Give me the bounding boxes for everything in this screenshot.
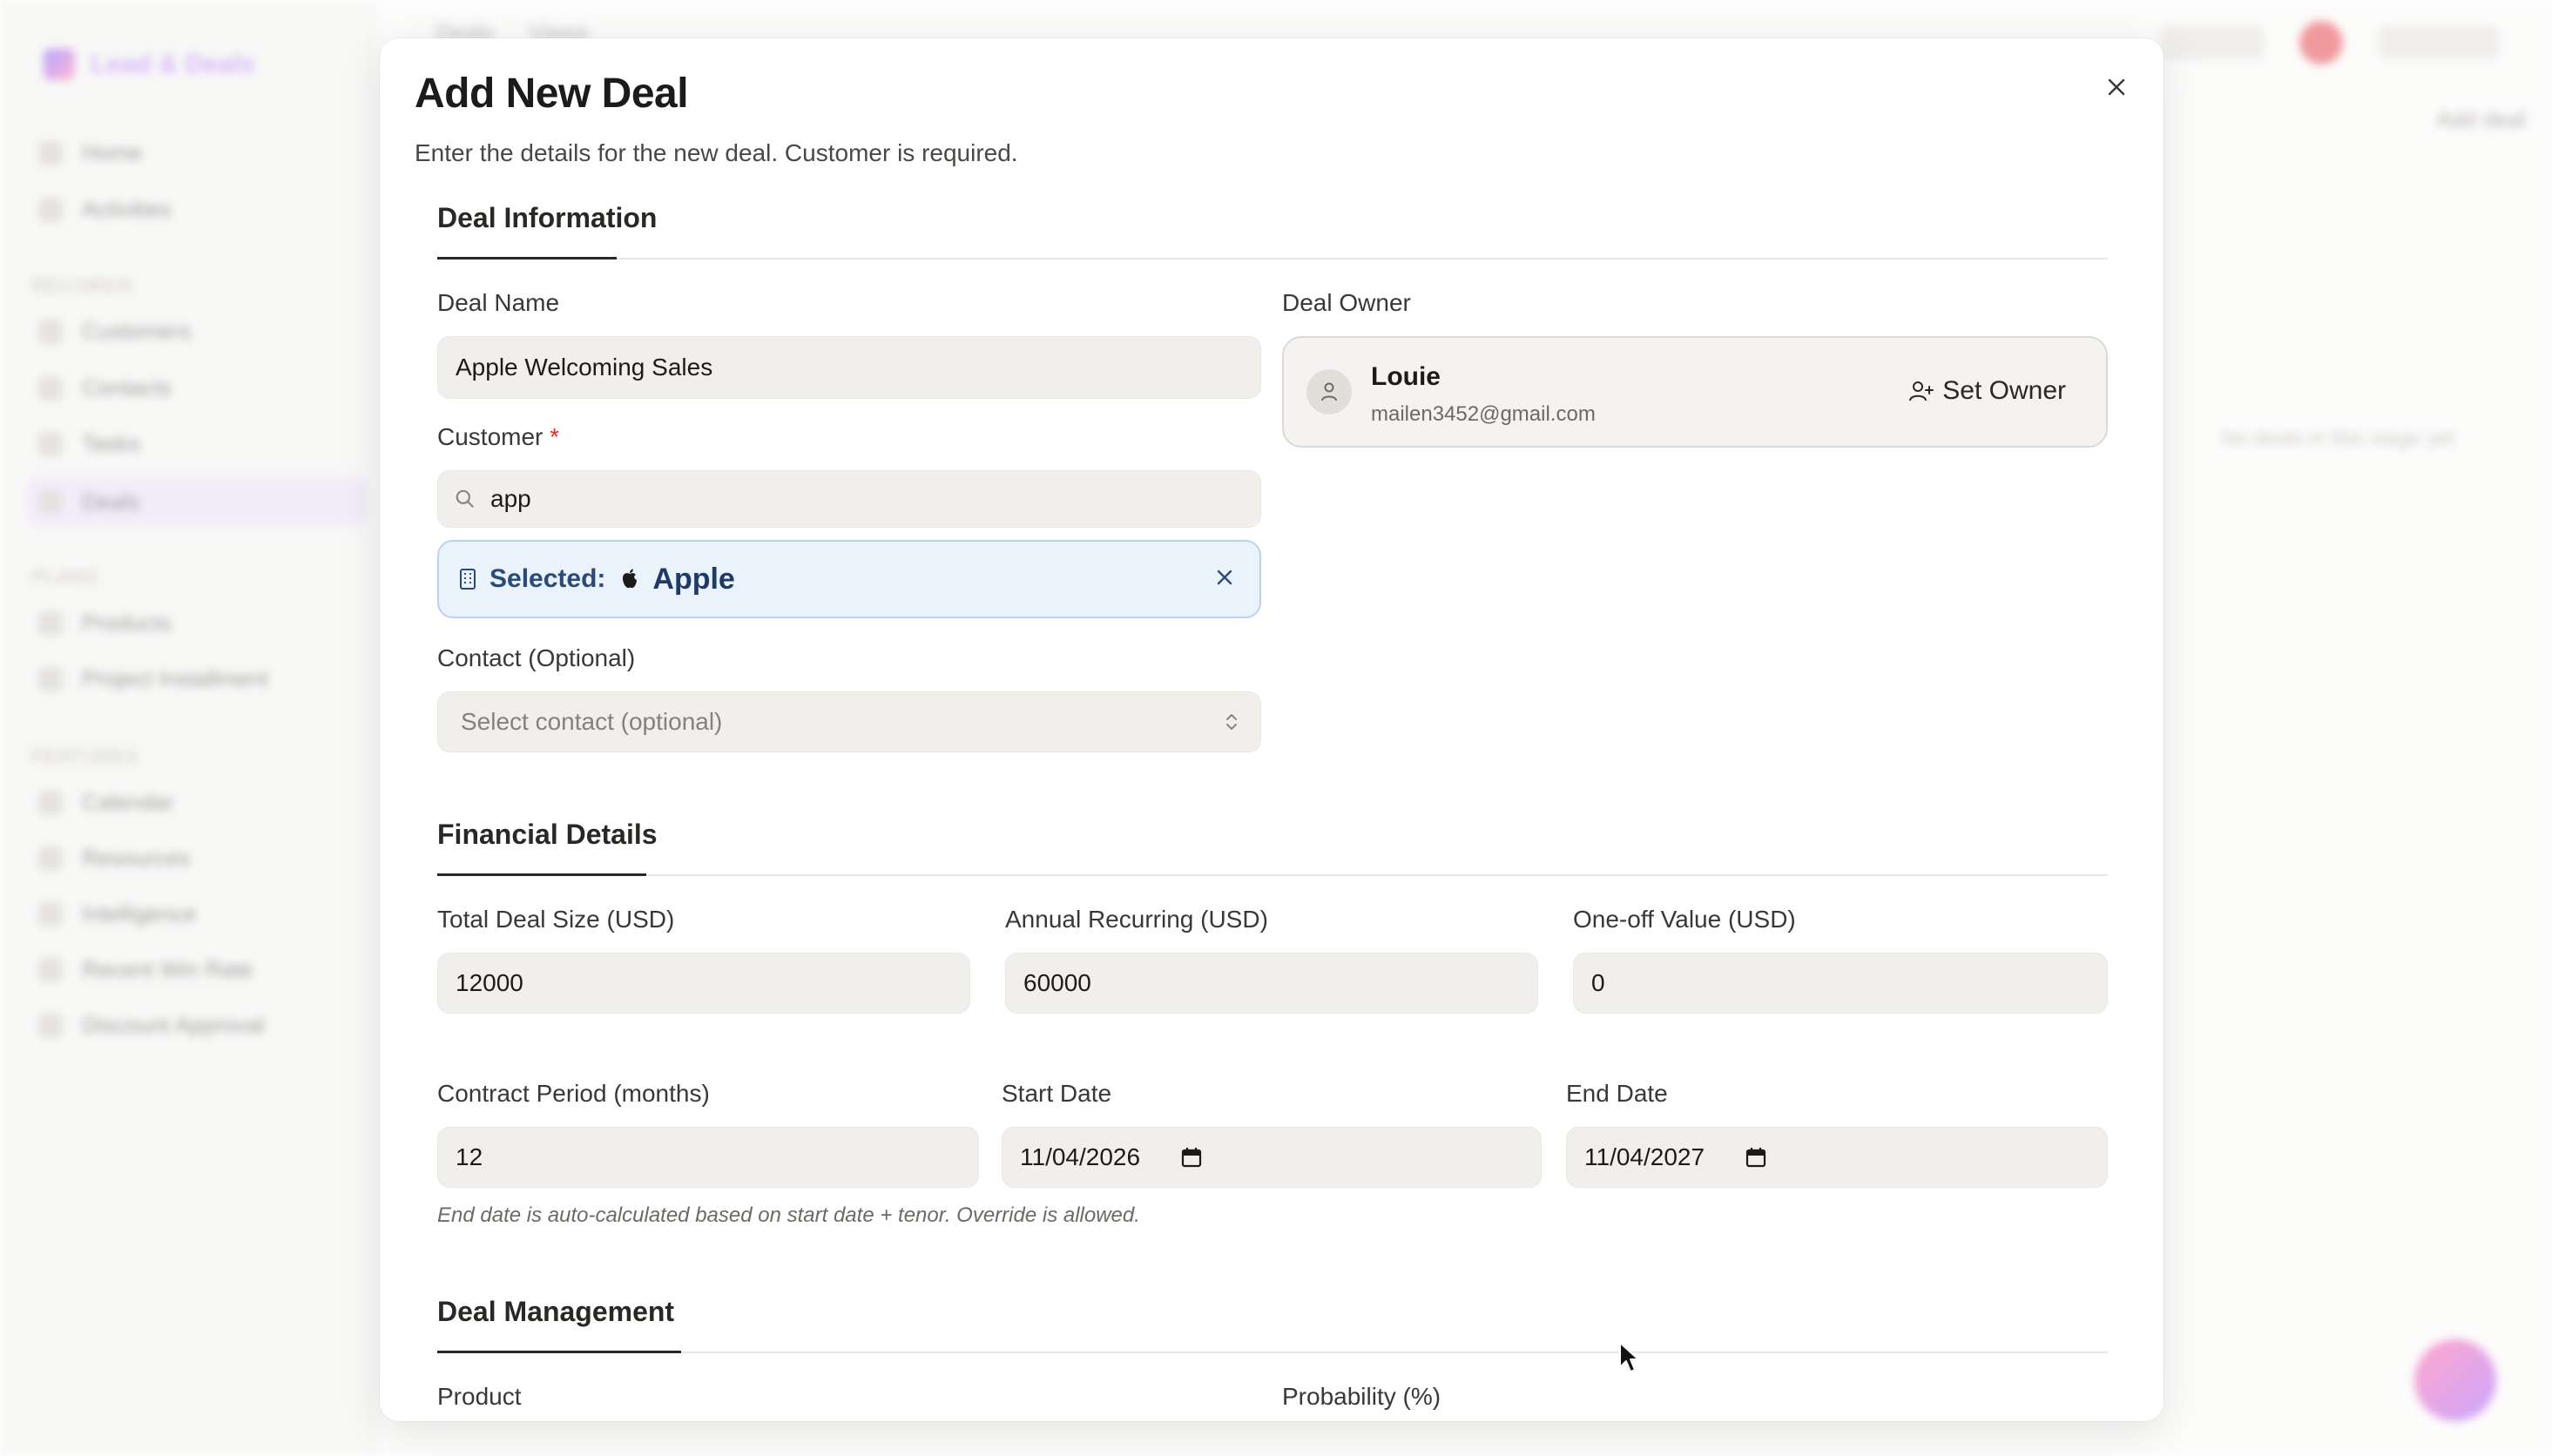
one-off-value-input[interactable]: 0: [1573, 953, 2108, 1014]
deal-name-value: Apple Welcoming Sales: [456, 354, 713, 381]
close-icon: [1217, 570, 1232, 584]
section-financial-details: Financial Details: [437, 819, 658, 850]
chevron-updown-icon: [1226, 714, 1237, 730]
section-divider: [437, 258, 2108, 260]
end-date-label: End Date: [1566, 1080, 1668, 1107]
customer-search-input[interactable]: app: [437, 470, 1261, 528]
contract-period-input[interactable]: 12: [437, 1127, 979, 1188]
contact-label: Contact (Optional): [437, 644, 636, 671]
dialog-subtitle: Enter the details for the new deal. Cust…: [415, 139, 1018, 166]
probability-label: Probability (%): [1282, 1383, 1441, 1410]
start-date-value: 11/04/2026: [1020, 1143, 1141, 1170]
dialog-title: Add New Deal: [415, 71, 689, 117]
total-deal-size-input[interactable]: 12000: [437, 953, 970, 1014]
selected-label: Selected:: [489, 564, 606, 593]
close-button[interactable]: [2097, 68, 2136, 106]
avatar: [1306, 369, 1352, 415]
one-off-value-label: One-off Value (USD): [1573, 906, 1796, 933]
owner-name: Louie: [1371, 362, 1441, 391]
section-underline: [437, 257, 617, 260]
set-owner-button[interactable]: Set Owner: [1909, 376, 2066, 406]
section-divider: [437, 874, 2108, 876]
deal-name-input[interactable]: Apple Welcoming Sales: [437, 336, 1261, 399]
section-deal-management: Deal Management: [437, 1296, 675, 1327]
search-icon: [456, 489, 474, 508]
total-deal-size-label: Total Deal Size (USD): [437, 906, 675, 933]
user-plus-icon: [1909, 381, 1934, 401]
contact-select[interactable]: Select contact (optional): [437, 691, 1261, 752]
section-underline: [437, 1351, 681, 1353]
owner-email: mailen3452@gmail.com: [1371, 402, 1596, 426]
building-icon: [460, 569, 476, 590]
customer-label: Customer *: [437, 423, 560, 450]
mouse-cursor-icon: [1619, 1342, 1639, 1372]
selected-customer-name: Apple: [652, 562, 735, 596]
annual-recurring-input[interactable]: 60000: [1005, 953, 1538, 1014]
required-asterisk: *: [550, 423, 560, 450]
annual-recurring-label: Annual Recurring (USD): [1005, 906, 1268, 933]
deal-name-label: Deal Name: [437, 289, 560, 316]
start-date-label: Start Date: [1002, 1080, 1112, 1107]
end-date-value: 11/04/2027: [1584, 1143, 1705, 1170]
end-date-hint: End date is auto-calculated based on sta…: [437, 1203, 1140, 1227]
section-underline: [437, 873, 646, 876]
close-icon: [2108, 78, 2125, 96]
contract-period-label: Contract Period (months): [437, 1080, 710, 1107]
calendar-icon[interactable]: [1180, 1146, 1203, 1169]
customer-search-value: app: [490, 485, 531, 512]
calendar-icon[interactable]: [1745, 1146, 1767, 1169]
add-deal-dialog: Add New Deal Enter the details for the n…: [380, 38, 2164, 1421]
deal-owner-label: Deal Owner: [1282, 289, 1411, 316]
clear-customer-button[interactable]: [1216, 569, 1233, 590]
selected-customer-chip: Selected: Apple: [437, 540, 1261, 618]
product-label: Product: [437, 1383, 522, 1410]
section-divider: [437, 1352, 2108, 1353]
start-date-input[interactable]: 11/04/2026: [1002, 1127, 1542, 1188]
apple-logo-icon: [623, 569, 638, 589]
deal-owner-card: Louie mailen3452@gmail.com Set Owner: [1282, 336, 2108, 448]
end-date-input[interactable]: 11/04/2027: [1566, 1127, 2108, 1188]
section-deal-information: Deal Information: [437, 202, 658, 233]
contact-placeholder: Select contact (optional): [461, 708, 723, 735]
user-icon: [1321, 382, 1337, 401]
